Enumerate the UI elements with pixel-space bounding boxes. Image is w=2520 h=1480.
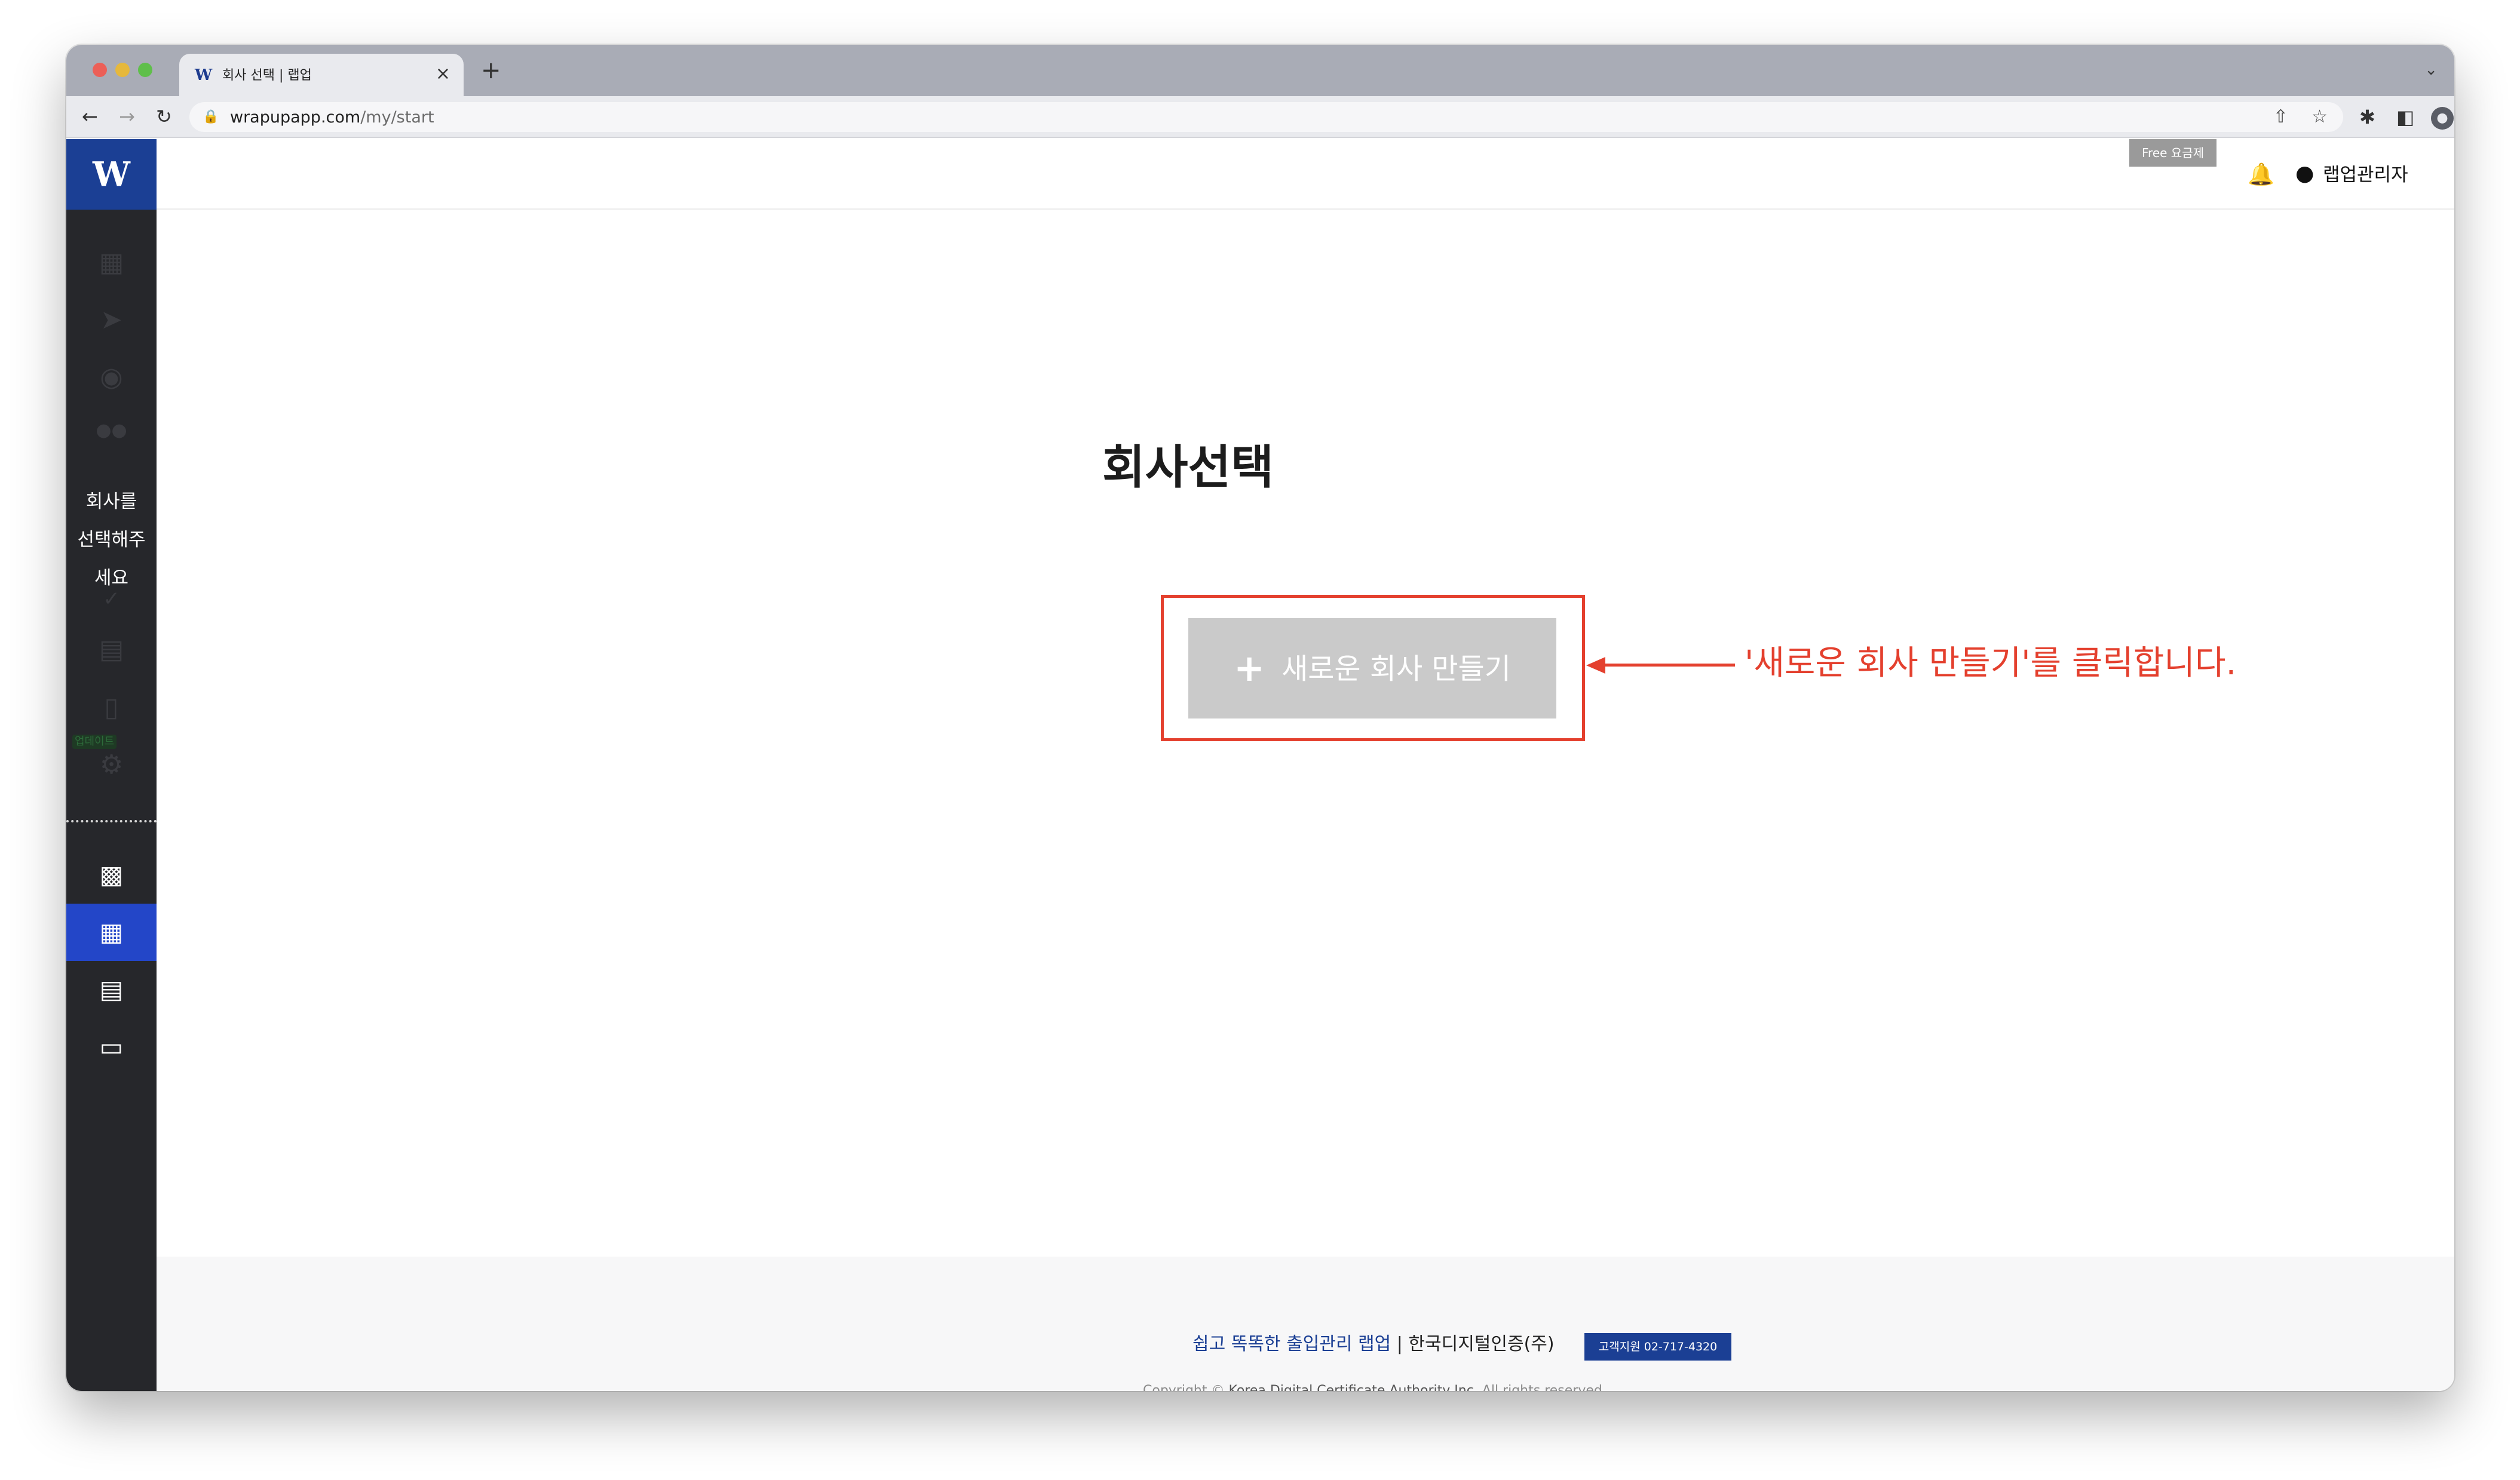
select-company-message: 회사를 선택해주 세요 — [66, 483, 157, 597]
profile-icon[interactable]: ● — [2431, 107, 2454, 130]
url-text: wrapupapp.com/my/start — [230, 108, 434, 127]
main-content: Free 요금제 🔔 ● 랩업관리자 회사선택 + 새로운 회사 만들기 '새로운… — [157, 139, 2454, 1391]
dashboard-icon[interactable]: ▦ — [66, 245, 157, 281]
reload-icon[interactable]: ↻ — [156, 105, 172, 128]
maximize-window-button[interactable] — [138, 63, 152, 77]
copyright: Copyright © Korea Digital Certificate Au… — [1143, 1382, 1607, 1391]
footer-separator: | — [1391, 1334, 1409, 1355]
footer-main: 쉽고 똑똑한 출입관리 랩업 | 한국디지털인증(주) — [1192, 1332, 1555, 1356]
support-phone-badge[interactable]: 고객지원 02-717-4320 — [1584, 1333, 1731, 1361]
extensions-icon[interactable]: ✱ — [2359, 106, 2375, 128]
forward-arrow-icon[interactable]: → — [119, 105, 135, 128]
page-title: 회사선택 — [1102, 441, 1274, 495]
browser-tab[interactable]: W 회사 선택 | 랩업 × — [179, 54, 464, 96]
chevron-down-icon[interactable]: ⌄ — [2424, 60, 2438, 79]
close-icon[interactable]: × — [436, 63, 450, 85]
user-name[interactable]: 랩업관리자 — [2323, 163, 2408, 187]
copyright-suffix: All rights reserved. — [1477, 1383, 1607, 1391]
gear-icon[interactable]: ⚙ — [66, 747, 157, 783]
url-path: /my/start — [360, 108, 434, 127]
annotation-text: '새로운 회사 만들기'를 클릭합니다. — [1745, 644, 2237, 683]
star-icon[interactable]: ☆ — [2311, 106, 2328, 128]
sidebar: W ▦ ➤ ◉ ●● 회사를 선택해주 세요 ✓ ▤ ▯ 업데이트 ⚙ ▩ ▦ … — [66, 139, 157, 1391]
copyright-company: Korea Digital Certificate Authority Inc. — [1228, 1383, 1478, 1391]
create-company-label: 새로운 회사 만들기 — [1282, 652, 1511, 686]
plan-badge[interactable]: Free 요금제 — [2129, 139, 2217, 167]
minimize-window-button[interactable] — [115, 63, 130, 77]
browser-toolbar: ← → ↻ 🔒 wrapupapp.com/my/start ⇧ ☆ ✱ ◧ ●… — [66, 96, 2454, 138]
chat-icon[interactable]: ▭ — [66, 1018, 157, 1076]
tab-title: 회사 선택 | 랩업 — [222, 68, 312, 83]
logo[interactable]: W — [66, 139, 157, 210]
message-line: 회사를 — [85, 491, 137, 512]
sidebar-divider — [66, 820, 157, 822]
side-panel-icon[interactable]: ◧ — [2396, 106, 2414, 128]
store-icon[interactable]: ▤ — [66, 961, 157, 1018]
create-company-button[interactable]: + 새로운 회사 만들기 — [1188, 618, 1556, 718]
people-icon[interactable]: ●● — [66, 413, 157, 449]
address-bar[interactable]: 🔒 wrapupapp.com/my/start ⇧ ☆ — [189, 102, 2343, 132]
page-title-wrap: 회사선택 — [157, 438, 1292, 498]
id-card-icon[interactable]: ▤ — [66, 632, 157, 668]
copyright-prefix: Copyright © — [1143, 1383, 1229, 1391]
annotation-arrow — [1602, 664, 1735, 667]
bell-icon[interactable]: 🔔 — [2248, 161, 2274, 189]
footer-slogan: 쉽고 똑똑한 출입관리 랩업 — [1192, 1334, 1391, 1355]
footer-company: 한국디지털인증(주) — [1408, 1334, 1555, 1355]
user-icon[interactable]: ● — [2295, 159, 2314, 188]
tab-strip: W 회사 선택 | 랩업 × + ⌄ — [66, 45, 2454, 96]
mobile-icon[interactable]: ▯ — [66, 690, 157, 726]
favicon-icon: W — [195, 66, 213, 84]
lock-icon[interactable]: 🔒 — [203, 107, 219, 127]
check-icon[interactable]: ✓ — [66, 581, 157, 617]
close-window-button[interactable] — [93, 63, 107, 77]
contact-card-icon[interactable]: ▩ — [66, 846, 157, 904]
back-arrow-icon[interactable]: ← — [82, 105, 98, 128]
url-domain: wrapupapp.com — [230, 108, 361, 127]
building-icon[interactable]: ▦ — [66, 904, 157, 961]
rocket-icon[interactable]: ➤ — [66, 302, 157, 338]
new-tab-button[interactable]: + — [481, 57, 501, 84]
palette-icon[interactable]: ◉ — [66, 360, 157, 395]
top-bar: Free 요금제 🔔 ● 랩업관리자 — [157, 139, 2454, 210]
footer: 쉽고 똑똑한 출입관리 랩업 | 한국디지털인증(주) 고객지원 02-717-… — [157, 1257, 2454, 1391]
plus-icon: + — [1234, 646, 1265, 690]
message-line: 선택해주 — [77, 529, 146, 551]
browser-window: W 회사 선택 | 랩업 × + ⌄ ← → ↻ 🔒 wrapupapp.com… — [66, 45, 2454, 1391]
share-icon[interactable]: ⇧ — [2273, 106, 2288, 128]
